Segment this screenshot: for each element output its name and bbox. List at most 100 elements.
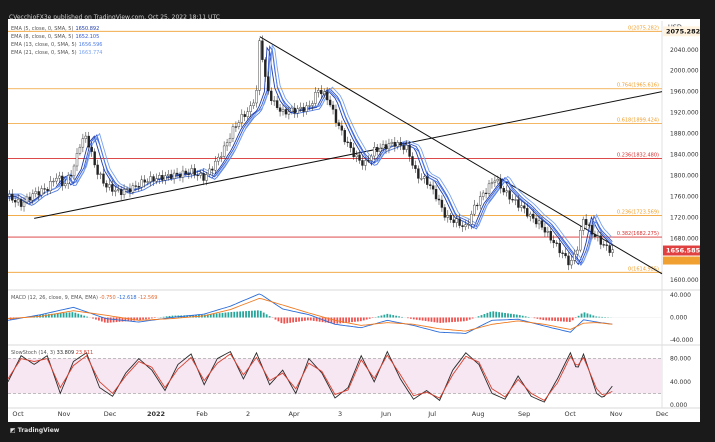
macd-histogram-bar (568, 317, 571, 322)
macd-histogram-bar (365, 317, 368, 320)
macd-histogram-bar (100, 317, 103, 322)
candle-body (343, 130, 347, 143)
macd-histogram-bar (286, 317, 289, 324)
macd-histogram-bar (412, 317, 415, 320)
candle-body (205, 174, 208, 181)
candle-body (31, 193, 35, 201)
candle-body (367, 160, 370, 162)
macd-histogram-bar (304, 317, 306, 321)
candle-body (358, 154, 361, 161)
macd-histogram-bar (598, 316, 601, 318)
macd-histogram-bar (368, 317, 371, 319)
candle-body (373, 147, 376, 157)
countdown-badge (663, 256, 700, 265)
candle-body (581, 219, 585, 231)
macd-histogram-bar (98, 317, 100, 321)
macd-histogram-bar (306, 317, 309, 321)
fib-level-label: 0.236(1723.569) (617, 209, 659, 215)
macd-histogram-bar (71, 312, 74, 318)
stoch-tick-label: 0.000 (670, 402, 687, 409)
candle-body (552, 240, 555, 244)
macd-histogram-bar (424, 317, 427, 321)
macd-histogram-bar (359, 317, 362, 322)
candle-body (378, 147, 382, 152)
macd-histogram-bar (427, 317, 430, 322)
candle-body (520, 205, 523, 208)
candle-body (599, 235, 603, 245)
macd-value-hist: -0.750 (99, 295, 116, 301)
macd-histogram-bar (80, 314, 83, 318)
candle-body (231, 126, 235, 139)
macd-histogram-bar (418, 317, 421, 321)
candle-body (255, 90, 258, 104)
macd-histogram-bar (574, 317, 577, 319)
x-tick-label: Aug (472, 410, 485, 418)
macd-histogram-bar (233, 311, 236, 318)
macd-histogram-bar (268, 316, 271, 318)
candle-body (349, 141, 352, 148)
candle-body (214, 160, 217, 171)
candle-body (478, 196, 482, 206)
macd-histogram-bar (560, 317, 562, 322)
candle-body (40, 188, 43, 196)
candle-body (55, 177, 58, 182)
macd-label: MACD (12, 26, close, 9, EMA, EMA) (11, 295, 98, 301)
macd-histogram-bar (545, 317, 548, 321)
candle-body (481, 192, 485, 197)
macd-histogram-bar (563, 317, 565, 322)
candle-body (505, 190, 508, 193)
brand-label: TradingView (17, 427, 60, 434)
candle-body (290, 107, 294, 112)
candle-body (287, 111, 291, 115)
macd-histogram-bar (548, 317, 551, 321)
candle-body (199, 173, 202, 176)
candle-body (108, 184, 111, 188)
macd-histogram-bar (495, 311, 498, 318)
macd-histogram-bar (436, 317, 439, 323)
macd-histogram-bar (451, 317, 453, 323)
candle-body (252, 102, 255, 106)
candle-body (90, 146, 93, 152)
candle-body (340, 125, 344, 131)
macd-histogram-bar (592, 315, 595, 318)
macd-histogram-bar (380, 315, 383, 318)
macd-histogram-bar (527, 316, 530, 318)
candle-body (464, 224, 467, 227)
macd-histogram-bar (507, 313, 509, 318)
candle-body (87, 135, 90, 148)
candle-body (467, 223, 470, 226)
candle-body (564, 253, 567, 257)
candle-body (555, 242, 558, 244)
candle-body (514, 199, 517, 201)
candle-body (502, 188, 505, 193)
x-tick-label: Jun (380, 410, 391, 418)
macd-histogram-bar (430, 317, 433, 322)
macd-histogram-bar (221, 312, 224, 318)
macd-histogram-bar (492, 311, 495, 318)
macd-histogram-bar (383, 314, 386, 318)
candle-body (37, 191, 40, 196)
stoch-tick-label: 40.000 (670, 379, 691, 386)
x-tick-label: Oct (565, 410, 577, 418)
macd-histogram-bar (283, 317, 286, 324)
candle-body (16, 199, 20, 203)
macd-histogram-bar (407, 317, 409, 319)
macd-histogram-bar (259, 310, 262, 318)
chart-svg[interactable]: USD2040.0002000.0001960.0001920.0001880.… (0, 0, 715, 442)
candle-body (275, 100, 279, 108)
macd-histogram-bar (339, 317, 342, 324)
y-tick-label: 1960.000 (670, 89, 699, 96)
tradingview-brand[interactable]: ◩ TradingView (10, 427, 59, 434)
candle-body (558, 243, 561, 254)
candle-body (19, 199, 23, 207)
legend-entry-ema: EMA (5, close, 0, SMA, 5) 1650.892 (11, 26, 99, 32)
macd-histogram-bar (92, 317, 94, 319)
x-tick-label: Dec (656, 410, 669, 418)
candle-body (534, 218, 538, 225)
candle-body (579, 230, 582, 251)
candle-body (261, 40, 264, 60)
macd-histogram-bar (165, 316, 168, 318)
candle-body (281, 109, 285, 112)
candle-body (393, 141, 397, 147)
candle-body (196, 174, 199, 177)
